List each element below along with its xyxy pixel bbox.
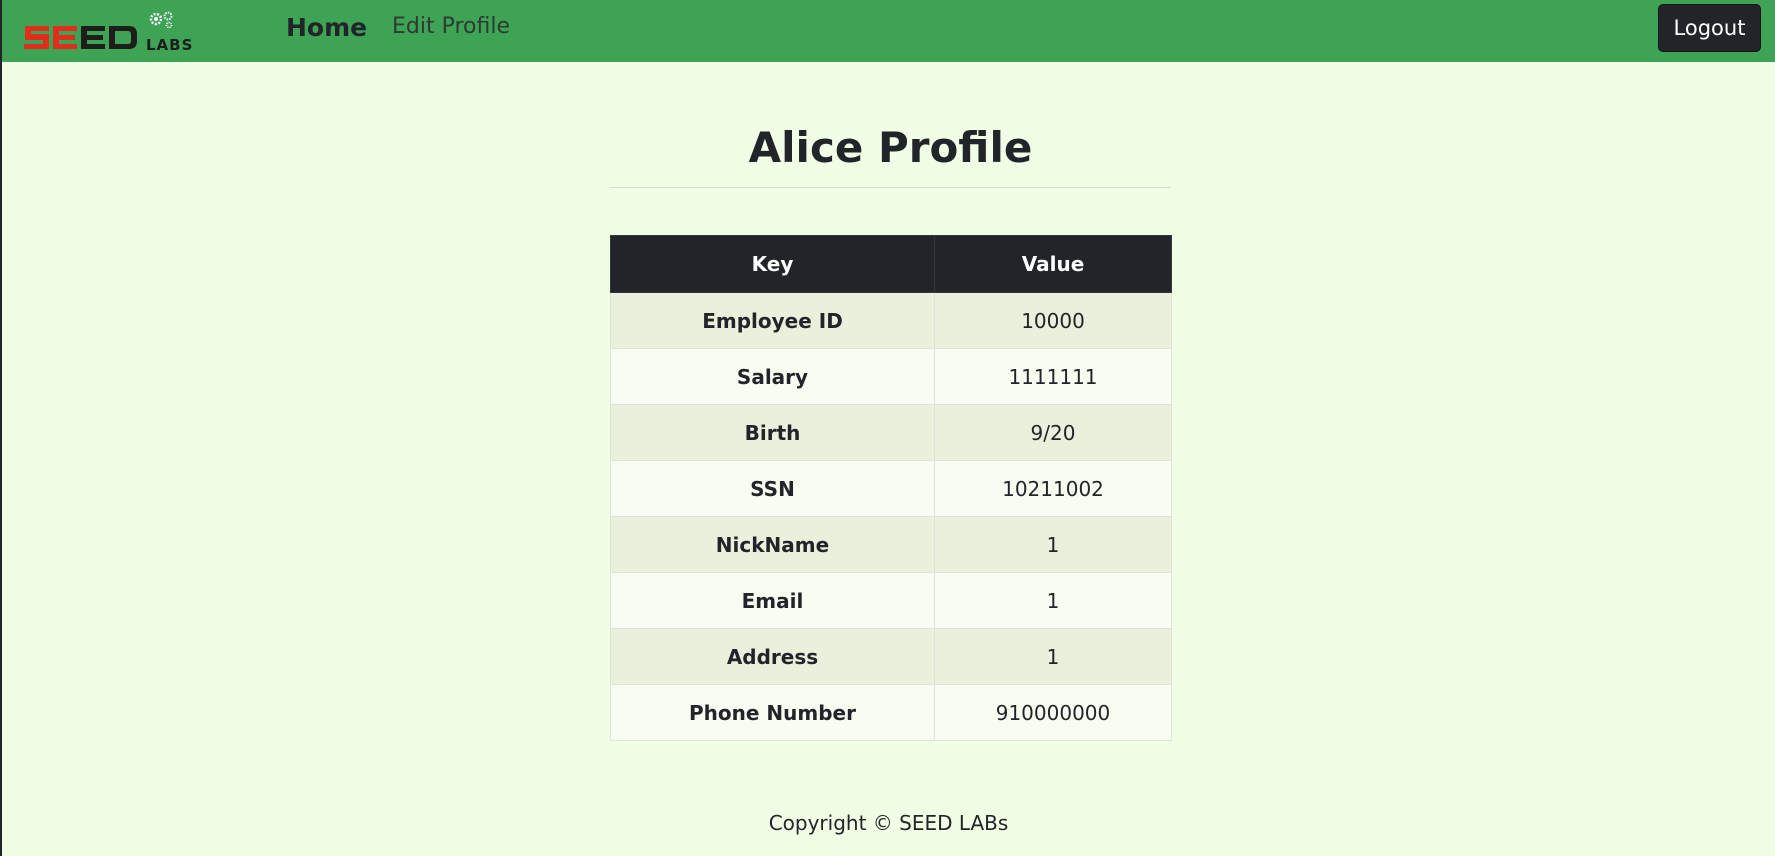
row-key: NickName bbox=[610, 516, 935, 573]
row-key: Phone Number bbox=[610, 684, 935, 741]
row-key: Address bbox=[610, 628, 935, 685]
page-title: Alice Profile bbox=[748, 123, 1033, 172]
row-value: 10211002 bbox=[934, 460, 1172, 517]
table-header-row: Key Value bbox=[610, 235, 1172, 293]
nav-home-link[interactable]: Home bbox=[286, 12, 367, 44]
table-row: Address 1 bbox=[610, 628, 1172, 685]
row-key: Salary bbox=[610, 348, 935, 405]
row-key: Birth bbox=[610, 404, 935, 461]
row-value: 910000000 bbox=[934, 684, 1172, 741]
table-row: Salary 1111111 bbox=[610, 348, 1172, 405]
top-navbar: LABS Home Edit Profile Logout bbox=[2, 0, 1775, 62]
nav-edit-profile-link[interactable]: Edit Profile bbox=[392, 12, 510, 42]
row-value: 1111111 bbox=[934, 348, 1172, 405]
table-row: Employee ID 10000 bbox=[610, 292, 1172, 349]
row-value: 1 bbox=[934, 628, 1172, 685]
table-row: Birth 9/20 bbox=[610, 404, 1172, 461]
row-value: 10000 bbox=[934, 292, 1172, 349]
table-row: SSN 10211002 bbox=[610, 460, 1172, 517]
row-value: 1 bbox=[934, 516, 1172, 573]
seed-labs-logo-image: LABS bbox=[24, 11, 193, 54]
table-row: NickName 1 bbox=[610, 516, 1172, 573]
column-header-key: Key bbox=[610, 235, 935, 293]
row-key: Email bbox=[610, 572, 935, 629]
profile-table: Key Value Employee ID 10000 Salary 11111… bbox=[610, 235, 1172, 741]
logout-button[interactable]: Logout bbox=[1658, 4, 1761, 52]
column-header-value: Value bbox=[934, 235, 1172, 293]
table-row: Email 1 bbox=[610, 572, 1172, 629]
row-value: 9/20 bbox=[934, 404, 1172, 461]
seed-labs-logo[interactable]: LABS bbox=[22, 10, 222, 54]
footer-copyright: Copyright © SEED LABs bbox=[768, 811, 1009, 835]
row-value: 1 bbox=[934, 572, 1172, 629]
svg-text:LABS: LABS bbox=[146, 36, 193, 52]
title-divider bbox=[610, 187, 1171, 188]
row-key: SSN bbox=[610, 460, 935, 517]
table-row: Phone Number 910000000 bbox=[610, 684, 1172, 741]
row-key: Employee ID bbox=[610, 292, 935, 349]
